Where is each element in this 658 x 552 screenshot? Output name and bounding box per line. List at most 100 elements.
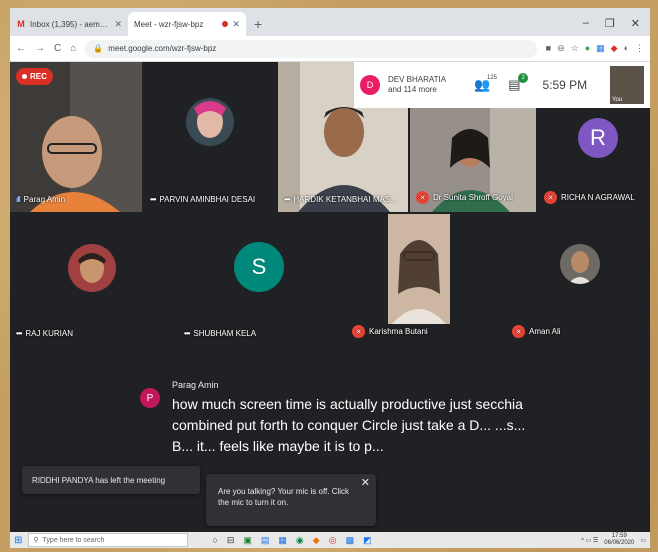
chat-button[interactable]: ▤ 2 — [508, 73, 529, 93]
people-button[interactable]: 👥 125 — [474, 75, 497, 93]
name-label: HARDIK KETANBHAI MAS... — [293, 195, 397, 204]
rec-label: REC — [30, 72, 47, 81]
window-controls: – ❐ ✕ — [573, 17, 650, 36]
name-label: Dr Sunita Shroff Goyal — [433, 193, 513, 202]
extension-icon[interactable]: ▦ — [596, 43, 605, 54]
profile-icon[interactable]: ◐ — [624, 43, 629, 54]
name-label: RICHA N AGRAWAL — [561, 193, 635, 202]
mic-off-icon: ✕ — [352, 325, 365, 338]
participant-name: ••• HARDIK KETANBHAI MAS... — [284, 195, 397, 204]
taskbar-app-icon[interactable]: ◉ — [296, 535, 304, 546]
close-tab-icon[interactable]: ✕ — [114, 19, 122, 30]
camera-icon[interactable]: ■ — [546, 43, 551, 54]
word-icon[interactable]: ▤ — [261, 535, 270, 546]
participant-tile[interactable]: ✕ Karishma Butani — [346, 214, 504, 346]
minimize-button[interactable]: – — [583, 17, 589, 30]
taskbar: ⊞ ⚲ Type here to search ○ ⊟ ▣ ▤ ▦ ◉ ◆ ◎ … — [10, 532, 650, 548]
participant-name: ••• RAJ KURIAN — [16, 329, 73, 338]
tab-title: Inbox (1,395) - aem@... — [30, 19, 111, 29]
mic-off-popup: Are you talking? Your mic is off. Click … — [206, 474, 376, 526]
taskbar-app-icon[interactable]: ◩ — [363, 535, 372, 546]
chrome-icon[interactable]: ◎ — [329, 535, 337, 546]
name-label: RAJ KURIAN — [25, 329, 73, 338]
more-options-icon[interactable]: ••• — [284, 195, 290, 204]
presenter-label: DEV BHARATIA and 114 more — [388, 75, 446, 94]
popup-text: Are you talking? Your mic is off. Click … — [218, 487, 350, 507]
mic-off-icon: ✕ — [544, 191, 557, 204]
name-label: Parag Amin — [23, 195, 66, 204]
excel-icon[interactable]: ▣ — [243, 535, 252, 546]
notification-icon[interactable]: ▭ — [640, 537, 646, 544]
taskbar-app-icon[interactable]: ⊟ — [227, 535, 235, 546]
participant-name: ✕ RICHA N AGRAWAL — [544, 191, 635, 204]
avatar — [68, 244, 116, 292]
participant-tile[interactable]: S ••• SHUBHAM KELA — [178, 214, 344, 346]
task-view-icon[interactable]: ○ — [212, 535, 217, 546]
participant-tile[interactable]: ••• PARVIN AMINBHAI DESAI — [144, 62, 276, 212]
zoom-icon[interactable]: ⊖ — [557, 43, 565, 54]
url-field[interactable]: 🔒 meet.google.com/wzr-fjsw-bpz — [85, 39, 537, 58]
mic-off-icon: ✕ — [512, 325, 525, 338]
tab-title: Meet - wzr-fjsw-bpz — [134, 19, 204, 29]
recording-icon — [222, 21, 229, 27]
tray-date: 06/06/2020 — [604, 540, 635, 546]
avatar — [186, 98, 234, 146]
name-label: PARVIN AMINBHAI DESAI — [159, 195, 256, 204]
extensions: ■ ⊖ ☆ ● ▦ ◆ ◐ ⋮ — [546, 43, 644, 54]
name-label: SHUBHAM KELA — [193, 329, 257, 338]
participant-tile[interactable]: ✕ Dr Sunita Shroff Goyal — [410, 108, 536, 212]
close-tab-icon[interactable]: ✕ — [232, 19, 240, 30]
back-icon[interactable]: ← — [16, 43, 26, 54]
forward-icon[interactable]: → — [35, 43, 45, 54]
participant-tile[interactable]: REC ıll Parag Amin — [10, 62, 142, 212]
chat-badge: 2 — [518, 73, 529, 83]
close-icon[interactable]: ✕ — [361, 478, 370, 489]
participant-name: ••• PARVIN AMINBHAI DESAI — [150, 195, 255, 204]
tray-icons[interactable]: ^ ▭ ☰ — [581, 537, 598, 544]
taskbar-app-icon[interactable]: ▦ — [278, 535, 287, 546]
participant-name: ✕ Karishma Butani — [352, 325, 428, 338]
home-icon[interactable]: ⌂ — [70, 43, 76, 54]
record-dot-icon — [22, 74, 27, 79]
taskbar-search[interactable]: ⚲ Type here to search — [28, 533, 189, 547]
menu-icon[interactable]: ⋮ — [635, 43, 644, 54]
participant-name: ✕ Dr Sunita Shroff Goyal — [416, 191, 513, 204]
more-options-icon[interactable]: ••• — [184, 329, 190, 338]
reload-icon[interactable]: C — [54, 43, 61, 54]
address-bar-row: ← → C ⌂ 🔒 meet.google.com/wzr-fjsw-bpz ■… — [10, 36, 650, 62]
extension-icon[interactable]: ◆ — [611, 43, 618, 54]
star-icon[interactable]: ☆ — [571, 43, 579, 54]
participant-count: 125 — [487, 75, 498, 81]
self-label: You — [612, 97, 623, 103]
more-options-icon[interactable]: ••• — [150, 195, 156, 204]
avatar: S — [234, 242, 284, 292]
extension-icon[interactable]: ● — [585, 43, 590, 54]
more-options-icon[interactable]: ••• — [16, 329, 22, 338]
maximize-button[interactable]: ❐ — [605, 17, 615, 30]
taskbar-app-icon[interactable]: ▩ — [346, 535, 355, 546]
participant-video — [388, 214, 450, 324]
windows-start-icon[interactable]: ⊞ — [14, 535, 22, 546]
tray-time: 17:59 — [611, 533, 627, 539]
participant-name: ıll Parag Amin — [16, 195, 65, 204]
presenter-avatar: D — [360, 75, 380, 95]
self-view[interactable]: You — [610, 66, 644, 104]
left-meeting-toast: RIDDHI PANDYA has left the meeting — [22, 466, 200, 494]
tab-bar: M Inbox (1,395) - aem@... ✕ ◉ Meet - wzr… — [10, 8, 650, 72]
close-window-button[interactable]: ✕ — [631, 17, 640, 30]
search-placeholder: Type here to search — [42, 536, 105, 544]
participant-tile[interactable]: ✕ Aman Ali — [506, 214, 650, 346]
screen: M Inbox (1,395) - aem@... ✕ ◉ Meet - wzr… — [10, 8, 650, 548]
mic-off-icon: ✕ — [416, 191, 429, 204]
tab-meet[interactable]: ◉ Meet - wzr-fjsw-bpz ✕ — [10, 12, 246, 72]
lock-icon: 🔒 — [93, 44, 104, 53]
participant-tile[interactable]: ••• RAJ KURIAN — [10, 214, 176, 346]
recording-badge: REC — [16, 68, 53, 85]
avatar — [560, 244, 600, 284]
meet-grid: REC ıll Parag Amin ••• PARVIN AMINBHAI D… — [10, 62, 650, 532]
tab-gmail[interactable]: M Inbox (1,395) - aem@... ✕ — [10, 12, 128, 36]
participant-tile[interactable]: R ✕ RICHA N AGRAWAL — [538, 108, 650, 212]
new-tab-button[interactable]: + — [246, 16, 270, 36]
taskbar-app-icon[interactable]: ◆ — [313, 535, 320, 546]
tray-clock[interactable]: 17:59 06/06/2020 — [604, 533, 634, 547]
